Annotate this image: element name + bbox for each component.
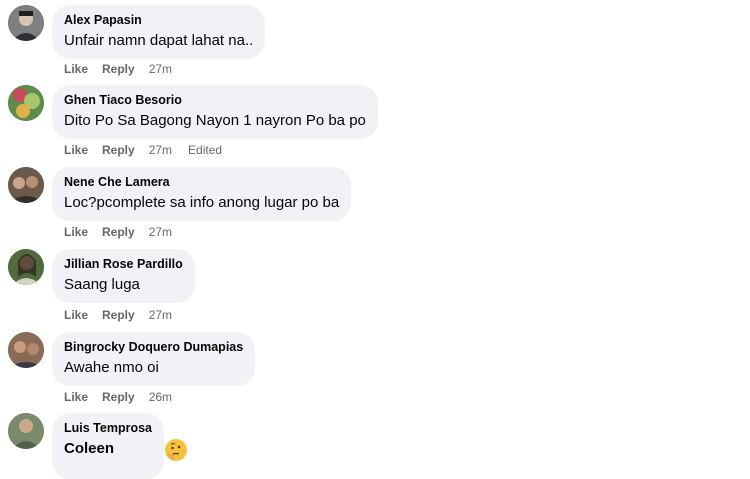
reply-button[interactable]: Reply	[102, 143, 135, 157]
comment-bubble: Nene Che Lamera Loc?pcomplete sa info an…	[52, 167, 352, 221]
avatar[interactable]	[8, 167, 44, 203]
reply-button[interactable]: Reply	[102, 390, 135, 404]
reply-button[interactable]: Reply	[102, 225, 135, 239]
reply-button[interactable]: Reply	[102, 62, 135, 76]
comment-author[interactable]: Bingrocky Doquero Dumapias	[64, 339, 243, 355]
reply-button[interactable]: Reply	[102, 308, 135, 322]
comment-bubble: Ghen Tiaco Besorio Dito Po Sa Bagong Nay…	[52, 85, 378, 139]
comment-actions: Like Reply 27m	[64, 308, 188, 322]
comment-author[interactable]: Luis Temprosa	[64, 420, 152, 436]
comment-text: Saang luga	[64, 276, 140, 293]
avatar[interactable]	[8, 332, 44, 368]
comment-bubble: Alex Papasin Unfair namn dapat lahat na.…	[52, 5, 266, 59]
comment-text: Dito Po Sa Bagong Nayon 1 nayron Po ba p…	[64, 112, 366, 129]
comment-actions: Like Reply 27m Edited	[64, 143, 222, 157]
comment-text: Awahe nmo oi	[64, 359, 159, 376]
avatar[interactable]	[8, 5, 44, 41]
comment-timestamp[interactable]: 27m	[149, 308, 172, 322]
comment-bubble: Bingrocky Doquero Dumapias Awahe nmo oi	[52, 332, 256, 386]
comment-author[interactable]: Nene Che Lamera	[64, 174, 339, 190]
avatar[interactable]	[8, 413, 44, 449]
comment-actions: Like Reply 26m	[64, 390, 188, 404]
comment-timestamp[interactable]: 26m	[149, 390, 172, 404]
thinking-face-emoji-icon	[165, 439, 187, 461]
comment-text: Unfair namn dapat lahat na..	[64, 32, 254, 49]
comment-actions: Like Reply 27m	[64, 225, 188, 239]
avatar[interactable]	[8, 85, 44, 121]
comments-section: Alex Papasin Unfair namn dapat lahat na.…	[0, 0, 750, 479]
like-button[interactable]: Like	[64, 390, 88, 404]
comment-timestamp[interactable]: 27m	[149, 62, 172, 76]
comment-author[interactable]: Alex Papasin	[64, 12, 253, 28]
comment-author[interactable]: Jillian Rose Pardillo	[64, 256, 183, 272]
like-button[interactable]: Like	[64, 308, 88, 322]
comment-bubble: Jillian Rose Pardillo Saang luga	[52, 249, 195, 303]
comment-timestamp[interactable]: 27m	[149, 143, 172, 157]
comment-bubble: Luis Temprosa Coleen	[52, 413, 164, 479]
comment-author[interactable]: Ghen Tiaco Besorio	[64, 92, 366, 108]
comment-text: Coleen	[64, 440, 115, 457]
comment-text: Loc?pcomplete sa info anong lugar po ba	[64, 194, 340, 211]
avatar[interactable]	[8, 249, 44, 285]
like-button[interactable]: Like	[64, 225, 88, 239]
comment-actions: Like Reply 27m	[64, 62, 188, 76]
like-button[interactable]: Like	[64, 143, 88, 157]
like-button[interactable]: Like	[64, 62, 88, 76]
comment-timestamp[interactable]: 27m	[149, 225, 172, 239]
edited-label[interactable]: Edited	[188, 143, 222, 157]
